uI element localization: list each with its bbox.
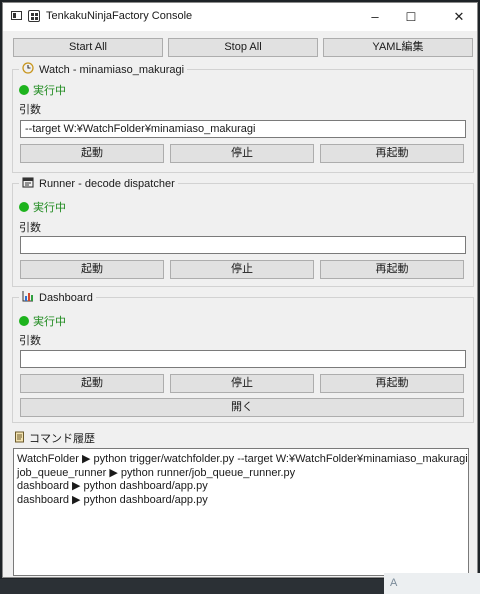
history-label-text: コマンド履歴 [29,433,95,445]
runner-group: Runner - decode dispatcher 実行中 引数 起動 停止 … [12,176,474,287]
window-app-icon [11,11,22,20]
history-line: dashboard ▶ python dashboard/app.py [17,480,208,492]
minimize-button[interactable]: – [357,3,393,31]
watch-title: Watch - minamiaso_makuragi [39,63,185,76]
status-dot-icon [19,85,29,95]
close-button[interactable]: ✕ [441,3,477,31]
tray-text: A [390,577,401,589]
clock-icon [22,62,34,77]
runner-args-input[interactable] [20,236,466,254]
dashboard-args-input[interactable] [20,350,466,368]
history-label: コマンド履歴 [14,430,95,446]
console-window: TenkakuNinjaFactory Console – ☐ ✕ Start … [2,2,478,578]
watch-restart-button[interactable]: 再起動 [320,144,464,163]
title-bar[interactable]: TenkakuNinjaFactory Console – ☐ ✕ [3,3,477,31]
dashboard-title: Dashboard [39,291,93,304]
scroll-icon [14,431,25,446]
watch-status: 実行中 [19,82,66,98]
window-title: TenkakuNinjaFactory Console [46,10,193,22]
watch-group: Watch - minamiaso_makuragi 実行中 引数 --targ… [12,62,474,173]
yaml-edit-button[interactable]: YAML編集 [323,38,473,57]
runner-args-label: 引数 [19,222,41,234]
system-tray[interactable]: A [384,573,480,594]
runner-restart-button[interactable]: 再起動 [320,260,464,279]
history-line: job_queue_runner ▶ python runner/job_que… [17,466,296,479]
bar-chart-icon [22,290,34,305]
runner-title: Runner - decode dispatcher [39,177,175,190]
history-line: dashboard ▶ python dashboard/app.py [17,493,208,506]
dashboard-open-button[interactable]: 開く [20,398,464,417]
watch-group-title: Watch - minamiaso_makuragi [19,62,188,77]
runner-icon [22,176,34,191]
watch-args-input[interactable]: --target W:¥WatchFolder¥minamiaso_makura… [20,120,466,138]
status-dot-icon [19,316,29,326]
dashboard-group-title: Dashboard [19,290,96,305]
dashboard-group: Dashboard 実行中 引数 起動 停止 再起動 開く [12,290,474,423]
dashboard-status-text: 実行中 [33,316,66,328]
dashboard-status: 実行中 [19,313,66,329]
maximize-button[interactable]: ☐ [393,3,429,31]
watch-status-text: 実行中 [33,85,66,97]
app-grid-icon [28,10,40,22]
runner-group-title: Runner - decode dispatcher [19,176,178,191]
dashboard-stop-button[interactable]: 停止 [170,374,314,393]
watch-stop-button[interactable]: 停止 [170,144,314,163]
command-history-box[interactable]: WatchFolder ▶ python trigger/watchfolder… [13,448,469,576]
runner-start-button[interactable]: 起動 [20,260,164,279]
runner-status: 実行中 [19,199,66,215]
watch-args-label: 引数 [19,104,41,116]
runner-stop-button[interactable]: 停止 [170,260,314,279]
dashboard-restart-button[interactable]: 再起動 [320,374,464,393]
stop-all-button[interactable]: Stop All [168,38,318,57]
dashboard-args-label: 引数 [19,335,41,347]
history-line: WatchFolder ▶ python trigger/watchfolder… [17,453,468,465]
runner-status-text: 実行中 [33,202,66,214]
start-all-button[interactable]: Start All [13,38,163,57]
watch-start-button[interactable]: 起動 [20,144,164,163]
status-dot-icon [19,202,29,212]
dashboard-start-button[interactable]: 起動 [20,374,164,393]
